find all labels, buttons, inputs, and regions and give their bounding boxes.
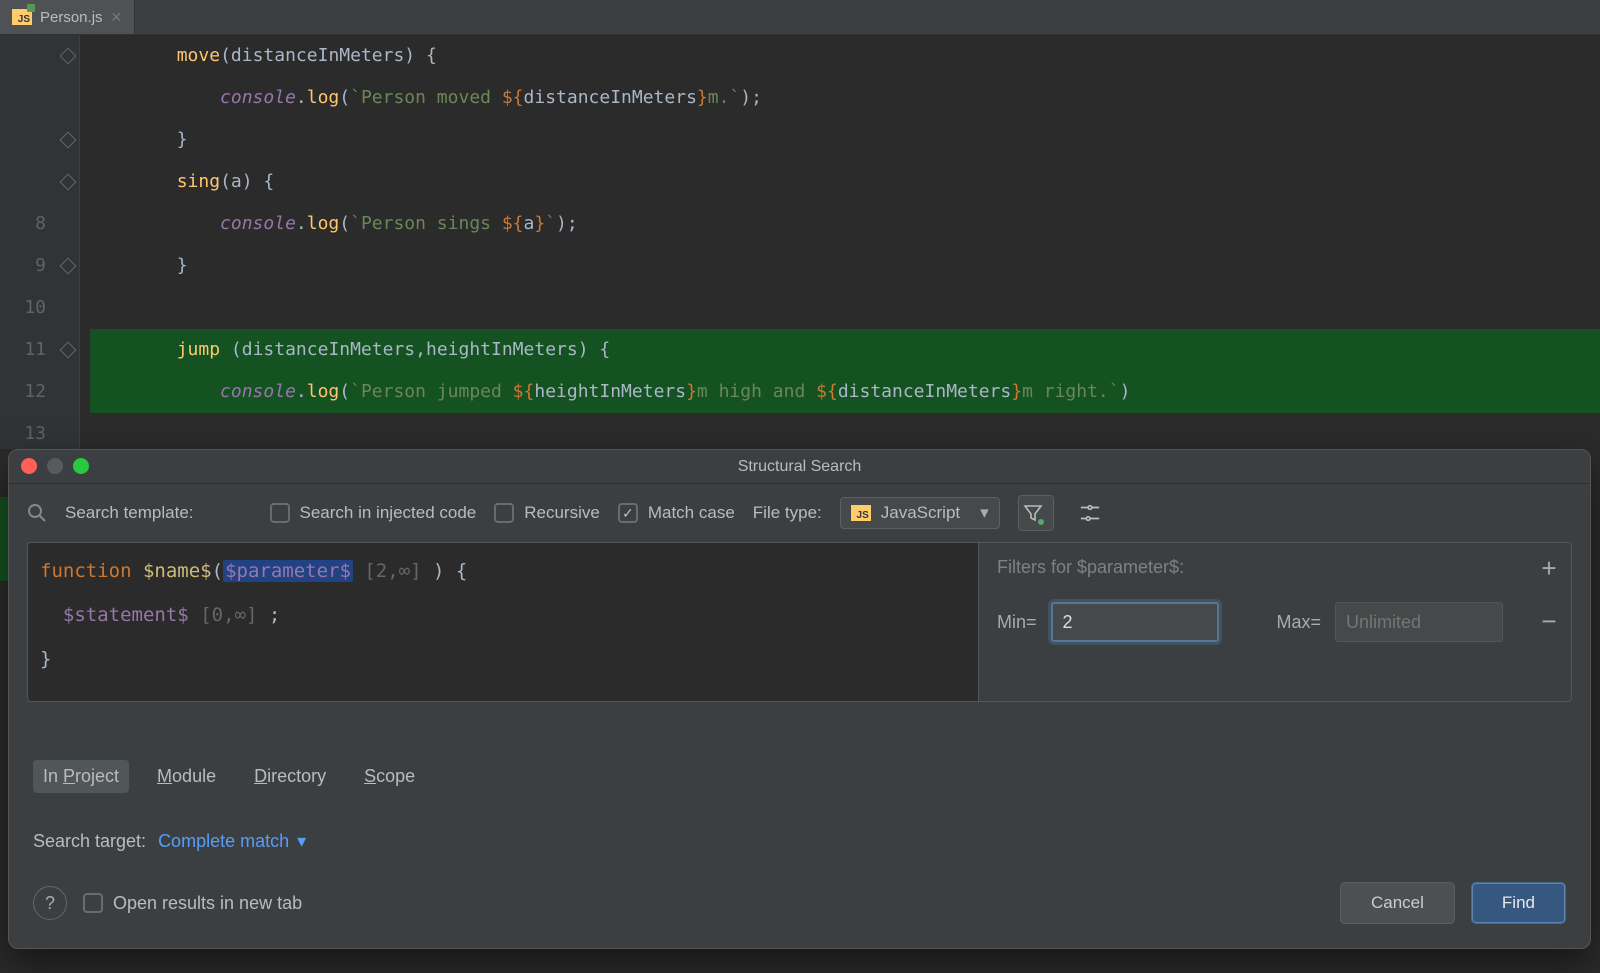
add-filter-button[interactable]: + xyxy=(1537,553,1561,584)
keyword-token: function xyxy=(40,560,132,582)
code-area[interactable]: move(distanceInMeters) { console.log(`Pe… xyxy=(80,35,1600,449)
max-label: Max= xyxy=(1277,612,1322,633)
tab-filename: Person.js xyxy=(40,9,103,26)
selected-variable-token[interactable]: $parameter$ xyxy=(223,560,353,582)
variable-token: $name$ xyxy=(143,560,212,582)
dialog-options-row: Search template: Search in injected code… xyxy=(9,484,1590,542)
window-minimize-icon[interactable] xyxy=(47,458,63,474)
dialog-title: Structural Search xyxy=(738,458,862,476)
window-controls xyxy=(21,458,89,474)
variable-token: $statement$ xyxy=(63,604,189,626)
open-results-new-tab-checkbox[interactable]: Open results in new tab xyxy=(83,893,302,914)
filter-active-indicator xyxy=(1038,519,1044,525)
scope-tab-directory[interactable]: Directory xyxy=(244,760,336,793)
checkbox-label: Search in injected code xyxy=(300,503,477,523)
dialog-titlebar[interactable]: Structural Search xyxy=(9,450,1590,484)
checkbox-label: Match case xyxy=(648,503,735,523)
file-type-dropdown[interactable]: JS JavaScript ▾ xyxy=(840,497,1000,529)
count-hint: [0,∞] xyxy=(200,604,257,626)
find-button[interactable]: Find xyxy=(1471,882,1566,924)
search-template-label: Search template: xyxy=(65,503,194,523)
code-editor[interactable]: 8910111213141516 move(distanceInMeters) … xyxy=(0,35,1600,449)
file-type-value: JavaScript xyxy=(881,503,960,523)
filter-button[interactable] xyxy=(1018,495,1054,531)
fold-column xyxy=(58,35,80,449)
window-zoom-icon[interactable] xyxy=(73,458,89,474)
checkbox-label: Open results in new tab xyxy=(113,893,302,914)
search-template-editor[interactable]: function $name$($parameter$ [2,∞] ) { $s… xyxy=(27,542,979,702)
search-target-dropdown[interactable]: Complete match ▾ xyxy=(158,831,306,852)
scope-tab-module[interactable]: Module xyxy=(147,760,226,793)
chevron-down-icon: ▾ xyxy=(297,831,306,852)
search-target-label: Search target: xyxy=(33,831,146,852)
gutter: 8910111213141516 xyxy=(0,35,80,449)
punct-token: ( xyxy=(212,560,223,582)
javascript-file-icon: JS xyxy=(851,505,871,521)
window-close-icon[interactable] xyxy=(21,458,37,474)
scope-tabs: In Project Module Directory Scope xyxy=(9,740,1590,793)
checkbox-label: Recursive xyxy=(524,503,600,523)
scope-tab-scope[interactable]: Scope xyxy=(354,760,425,793)
punct-token: ; xyxy=(269,604,280,626)
file-type-label: File type: xyxy=(753,503,822,523)
filters-panel: Filters for $parameter$: Min= Max= + − xyxy=(979,542,1572,702)
settings-button[interactable] xyxy=(1072,495,1108,531)
scope-tab-in-project[interactable]: In Project xyxy=(33,760,129,793)
search-target-value: Complete match xyxy=(158,831,289,852)
search-icon[interactable] xyxy=(27,503,47,523)
help-button[interactable]: ? xyxy=(33,886,67,920)
editor-tab-bar: JS Person.js ✕ xyxy=(0,0,1600,35)
min-label: Min= xyxy=(997,612,1037,633)
remove-filter-button[interactable]: − xyxy=(1537,606,1561,637)
filters-title: Filters for $parameter$: xyxy=(997,557,1553,578)
count-hint: [2,∞] xyxy=(364,560,421,582)
match-case-checkbox[interactable]: ✓Match case xyxy=(618,503,735,523)
cancel-button[interactable]: Cancel xyxy=(1340,882,1455,924)
max-count-input[interactable] xyxy=(1335,602,1503,642)
javascript-file-icon: JS xyxy=(12,9,32,25)
recursive-checkbox[interactable]: Recursive xyxy=(494,503,600,523)
punct-token: ) { xyxy=(433,560,467,582)
min-count-input[interactable] xyxy=(1051,602,1219,642)
punct-token: } xyxy=(40,648,51,670)
close-tab-icon[interactable]: ✕ xyxy=(111,9,123,26)
chevron-down-icon: ▾ xyxy=(980,503,989,523)
editor-tab[interactable]: JS Person.js ✕ xyxy=(0,0,135,34)
structural-search-dialog: Structural Search Search template: Searc… xyxy=(8,449,1591,949)
search-injected-checkbox[interactable]: Search in injected code xyxy=(270,503,477,523)
